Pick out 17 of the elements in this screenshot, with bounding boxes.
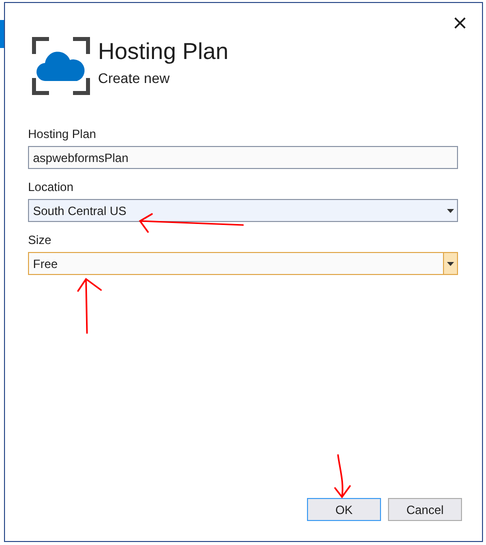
field-label: Hosting Plan: [28, 126, 98, 143]
input-field[interactable]: aspwebformsPlan: [28, 146, 458, 169]
field-label: Size: [28, 232, 52, 249]
close-icon[interactable]: [454, 17, 466, 29]
dropdown-field[interactable]: South Central US: [28, 199, 458, 222]
dialog-subtitle: Create new: [98, 69, 171, 88]
annotation-arrow: [334, 454, 351, 498]
dropdown-field[interactable]: Free: [28, 252, 458, 275]
ok-button[interactable]: OK: [307, 498, 381, 521]
dialog-title: Hosting Plan: [98, 39, 228, 64]
annotation-arrow: [77, 278, 102, 334]
field-label: Location: [28, 179, 74, 196]
background-window: [0, 20, 4, 48]
caret-icon: [446, 208, 454, 212]
cancel-button[interactable]: Cancel: [388, 498, 462, 521]
cloud-icon: [32, 37, 90, 95]
caret-icon: [447, 262, 454, 266]
